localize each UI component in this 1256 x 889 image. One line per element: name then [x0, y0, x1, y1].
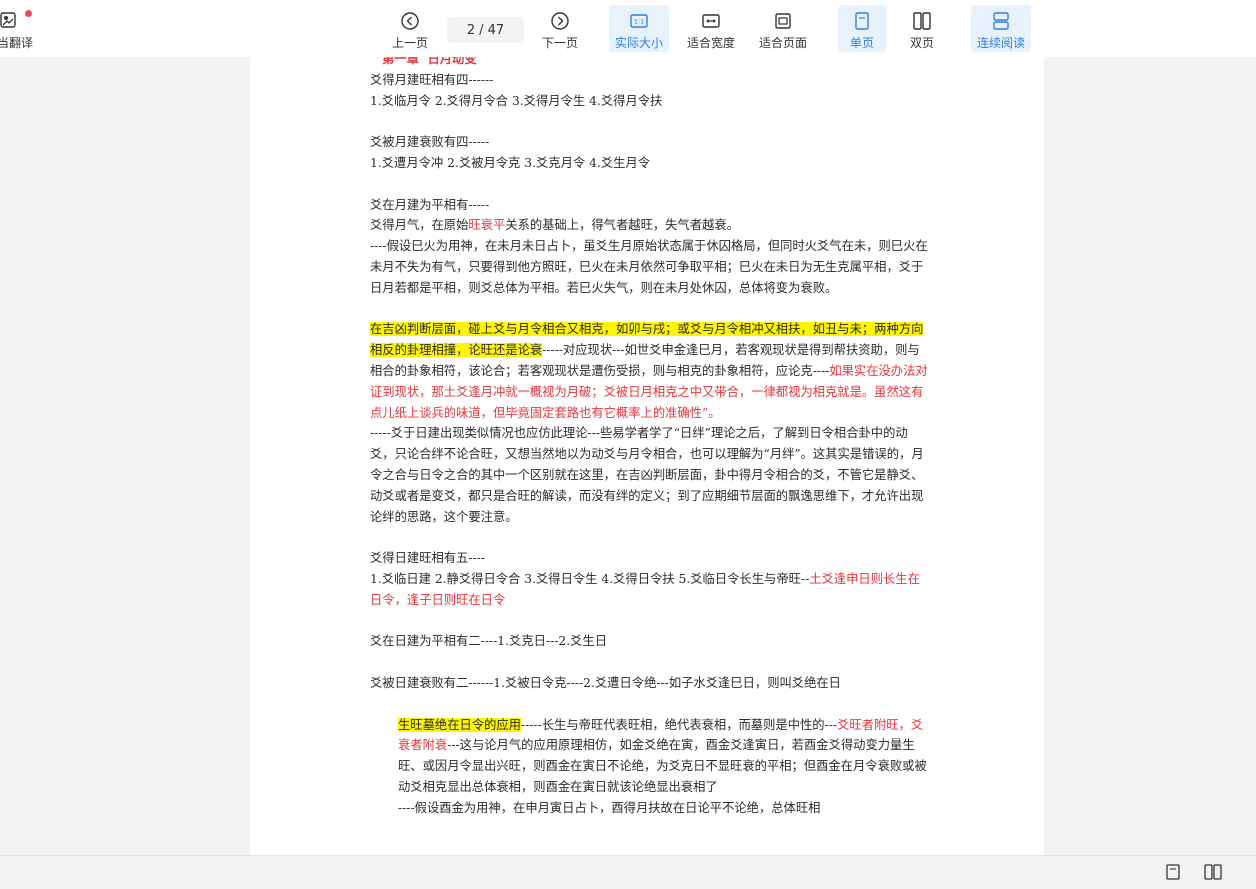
top-toolbar: 当翻译 上一页 2 / 47 下一页 1:1 实际大小 适合宽度 适合页面 单页…: [0, 0, 1256, 57]
fit-page-icon: [775, 13, 791, 29]
double-page-icon: [913, 12, 931, 30]
paragraph: ----假设酉金为用神，在申月寅日占卜，酉得月扶故在日论平不论绝，总体旺相: [398, 800, 821, 815]
double-page-label: 双页: [909, 36, 934, 50]
fit-width-button[interactable]: 适合宽度: [682, 5, 740, 52]
paragraph: 爻得月气，在原始旺衰平关系的基础上，得气者越旺，失气者越衰。: [370, 218, 739, 233]
single-page-label: 单页: [849, 36, 874, 50]
translate-label: 当翻译: [0, 36, 34, 50]
fit-page-button[interactable]: 适合页面: [754, 5, 812, 52]
paragraph: 爻得日建旺相有五----: [370, 551, 485, 566]
paragraph: 1.爻临月令 2.爻得月令合 3.爻得月令生 4.爻得月令扶: [370, 93, 663, 108]
chevron-right-circle-icon: [551, 12, 569, 30]
paragraph: 在吉凶判断层面，碰上爻与月令相合又相克，如卯与戌；或爻与月令相冲又相扶，如丑与未…: [370, 322, 928, 420]
single-page-icon[interactable]: [1163, 862, 1183, 882]
double-page-button[interactable]: 双页: [898, 5, 946, 52]
document-page[interactable]: 第一章 日月动变 爻得月建旺相有四------ 1.爻临月令 2.爻得月令合 3…: [250, 57, 1044, 857]
fit-width-label: 适合宽度: [686, 36, 735, 50]
paragraph: 爻得月建旺相有四------: [370, 72, 494, 87]
paragraph: 爻被月建衰败有四-----: [370, 135, 490, 150]
paragraph: 1.爻遭月令冲 2.爻被月令克 3.爻克月令 4.爻生月令: [370, 155, 651, 170]
continuous-reading-label: 连续阅读: [976, 36, 1025, 50]
prev-page-button[interactable]: 上一页: [387, 5, 433, 52]
next-page-button[interactable]: 下一页: [537, 5, 583, 52]
document-text: 第一章 日月动变 爻得月建旺相有四------ 1.爻临月令 2.爻得月令合 3…: [370, 57, 930, 818]
svg-text:1:1: 1:1: [634, 18, 644, 26]
actual-size-icon: 1:1: [630, 14, 648, 28]
actual-size-label: 实际大小: [614, 36, 663, 50]
paragraph: 爻在月建为平相有-----: [370, 197, 490, 212]
paragraph: 1.爻临日建 2.静爻得日令合 3.爻得日令生 4.爻得日令扶 5.爻临日令长生…: [370, 571, 920, 607]
next-page-label: 下一页: [541, 36, 578, 50]
total-pages: / 47: [479, 22, 505, 38]
paragraph: ----假设巳火为用神，在未月未日占卜，虽爻生月原始状态属于休囚格局，但同时火爻…: [370, 239, 928, 295]
status-bar: [0, 855, 1256, 889]
continuous-reading-button[interactable]: 连续阅读: [971, 5, 1031, 52]
fit-page-label: 适合页面: [758, 36, 807, 50]
fit-width-icon: [702, 14, 720, 28]
chapter-heading: 第一章 日月动变: [382, 57, 477, 66]
paragraph: -----爻于日建出现类似情况也应仿此理论---些易学者学了“日绊”理论之后，了…: [370, 426, 924, 524]
continuous-reading-icon: [993, 12, 1009, 30]
page-indicator[interactable]: 2 / 47: [447, 17, 524, 43]
paragraph: 生旺墓绝在日令的应用-----长生与帝旺代表旺相，绝代表衰相，而墓则是中性的--…: [398, 717, 927, 794]
prev-page-label: 上一页: [391, 36, 428, 50]
highlighted-text: 生旺墓绝在日令的应用: [398, 717, 521, 732]
single-page-button[interactable]: 单页: [838, 5, 886, 52]
actual-size-button[interactable]: 1:1 实际大小: [609, 5, 669, 52]
double-page-icon[interactable]: [1203, 862, 1223, 882]
translate-tool[interactable]: 当翻译: [0, 8, 40, 52]
chevron-left-circle-icon: [401, 12, 419, 30]
current-page-input[interactable]: 2: [467, 23, 475, 38]
pdf-reader-app: 当翻译 上一页 2 / 47 下一页 1:1 实际大小 适合宽度 适合页面 单页…: [0, 0, 1256, 889]
single-page-icon: [855, 12, 869, 30]
paragraph: 爻被日建衰败有二------1.爻被日令克----2.爻遭日令绝---如子水爻逢…: [370, 675, 841, 690]
notification-dot: [25, 10, 32, 17]
translate-icon: [0, 12, 16, 28]
paragraph: 爻在日建为平相有二----1.爻克日---2.爻生日: [370, 634, 608, 649]
